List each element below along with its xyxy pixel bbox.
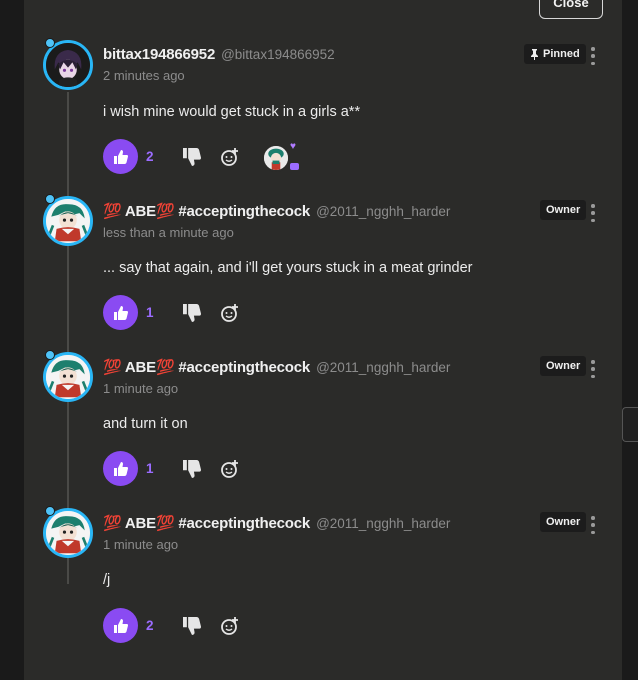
thumbs-up-icon <box>113 305 128 320</box>
timestamp: less than a minute ago <box>103 225 234 240</box>
avatar-badge-icon <box>45 350 55 360</box>
author-name[interactable]: 💯 ABE💯 #acceptingthecock <box>103 358 310 376</box>
comment-header: 💯 ABE💯 #acceptingthecock @2011_ngghh_har… <box>103 358 450 376</box>
timestamp: 1 minute ago <box>103 381 179 396</box>
add-reaction-icon[interactable] <box>220 303 240 323</box>
more-options-icon[interactable] <box>588 204 598 222</box>
owner-label: Owner <box>546 360 581 372</box>
comment-text: ... say that again, and i'll get yours s… <box>103 260 473 276</box>
avatar-badge-icon <box>45 506 55 516</box>
like-count: 1 <box>146 305 154 320</box>
author-name[interactable]: 💯 ABE💯 #acceptingthecock <box>103 202 310 220</box>
comment-header: 💯 ABE💯 #acceptingthecock @2011_ngghh_har… <box>103 514 450 532</box>
owner-label: Owner <box>546 204 581 216</box>
owner-badge: Owner <box>540 356 587 376</box>
add-reaction-icon[interactable] <box>220 616 240 636</box>
author-handle[interactable]: @2011_ngghh_harder <box>316 516 450 531</box>
teal-character-avatar-icon <box>46 511 90 555</box>
like-button[interactable] <box>103 451 138 486</box>
thumbs-down-icon[interactable] <box>183 617 201 635</box>
add-reaction-icon[interactable] <box>220 459 240 479</box>
more-options-icon[interactable] <box>588 360 598 378</box>
author-handle[interactable]: @2011_ngghh_harder <box>316 360 450 375</box>
owner-badge: Owner <box>540 512 587 532</box>
reaction-indicator-icon <box>290 163 299 170</box>
owner-label: Owner <box>546 516 581 528</box>
like-button[interactable] <box>103 295 138 330</box>
side-tab[interactable] <box>622 407 638 442</box>
thumbs-up-icon <box>113 618 128 633</box>
like-count: 1 <box>146 461 154 476</box>
comment-header: 💯 ABE💯 #acceptingthecock @2011_ngghh_har… <box>103 202 450 220</box>
avatar-badge-icon <box>45 194 55 204</box>
like-count: 2 <box>146 618 154 633</box>
thumbs-down-icon[interactable] <box>183 148 201 166</box>
more-options-icon[interactable] <box>588 516 598 534</box>
author-name[interactable]: 💯 ABE💯 #acceptingthecock <box>103 514 310 532</box>
thumbs-down-icon[interactable] <box>183 460 201 478</box>
thumbs-up-icon <box>113 461 128 476</box>
thumbs-up-icon <box>113 149 128 164</box>
add-reaction-icon[interactable] <box>220 147 240 167</box>
teal-character-avatar-icon <box>46 199 90 243</box>
thumbs-down-icon[interactable] <box>183 304 201 322</box>
like-count: 2 <box>146 149 154 164</box>
author-handle[interactable]: @2011_ngghh_harder <box>316 204 450 219</box>
comment-text: and turn it on <box>103 416 188 432</box>
comment-text: /j <box>103 572 111 588</box>
timestamp: 1 minute ago <box>103 537 179 552</box>
teal-character-avatar-icon <box>46 355 90 399</box>
owner-badge: Owner <box>540 200 587 220</box>
like-button[interactable] <box>103 608 138 643</box>
comment: 💯 ABE💯 #acceptingthecock @2011_ngghh_har… <box>0 0 638 643</box>
